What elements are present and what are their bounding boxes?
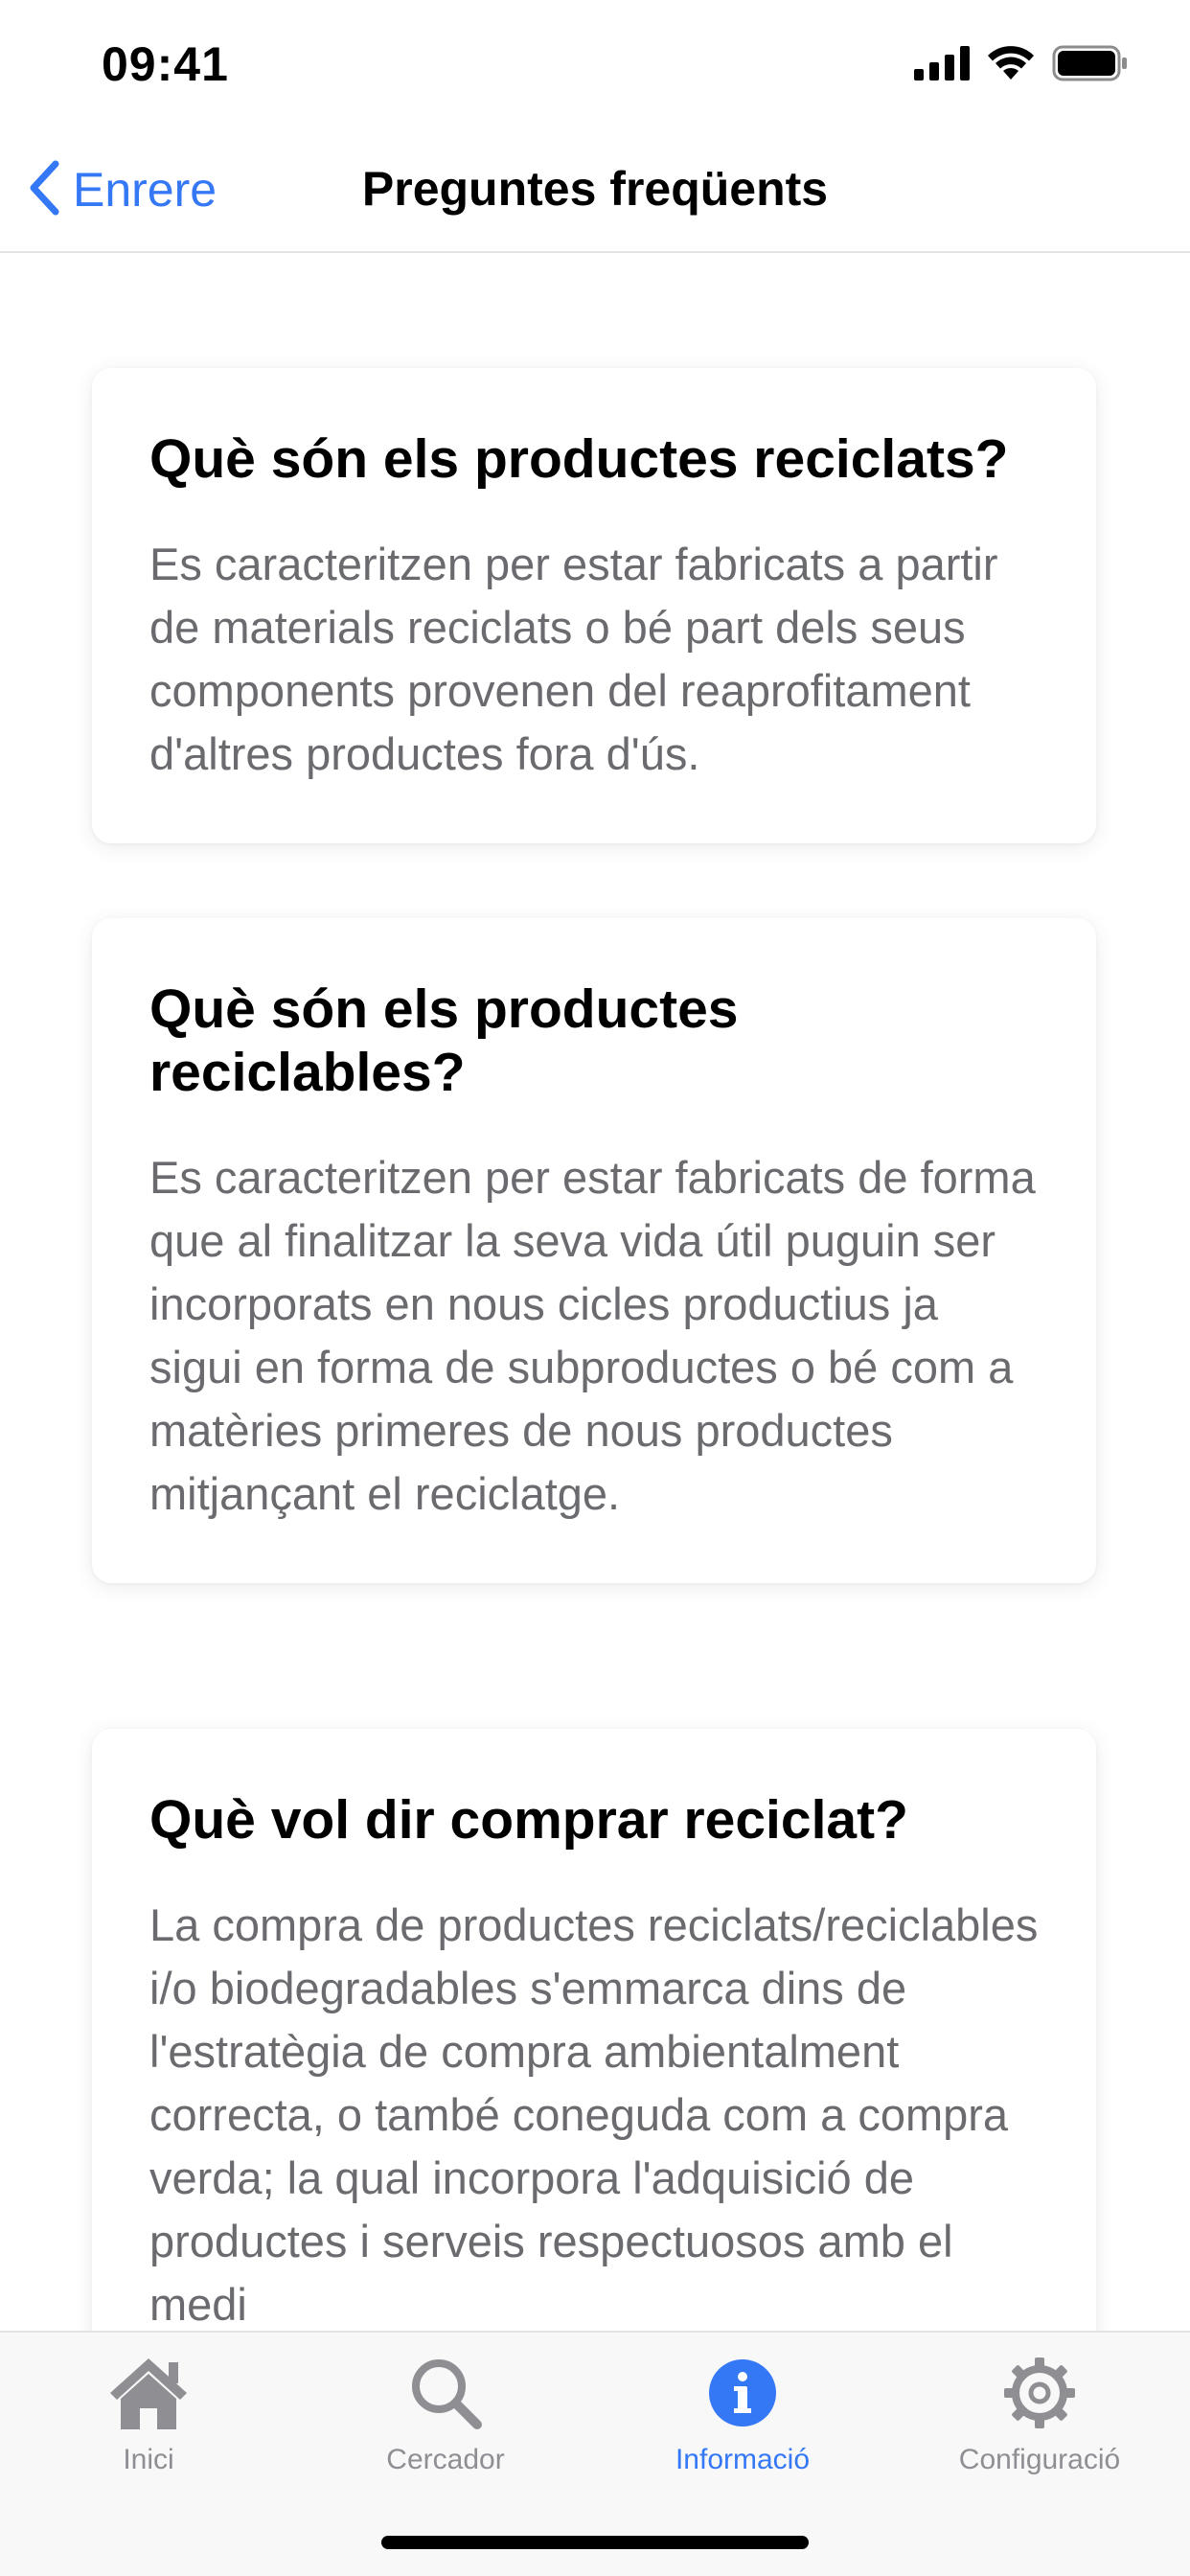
tab-info[interactable]: Informació bbox=[594, 2333, 891, 2486]
cellular-signal-icon bbox=[914, 45, 970, 85]
faq-list[interactable]: Què són els productes reciclats? Es cara… bbox=[0, 255, 1190, 2331]
battery-icon bbox=[1052, 45, 1129, 86]
gear-icon bbox=[1002, 2352, 1077, 2434]
search-icon bbox=[407, 2352, 484, 2434]
tab-search[interactable]: Cercador bbox=[297, 2333, 594, 2486]
faq-question: Què són els productes reciclables? bbox=[149, 978, 739, 1103]
faq-question: Què vol dir comprar reciclat? bbox=[149, 1789, 908, 1851]
faq-card: Què són els productes reciclables? Es ca… bbox=[92, 918, 1096, 1583]
faq-answer: Es caracteritzen per estar fabricats de … bbox=[149, 1152, 1036, 1519]
tab-home-label: Inici bbox=[123, 2444, 174, 2475]
faq-card: Què vol dir comprar reciclat? La compra … bbox=[92, 1729, 1096, 2331]
status-bar: 09:41 bbox=[0, 0, 1190, 126]
home-indicator[interactable] bbox=[381, 2536, 809, 2549]
tab-info-label: Informació bbox=[675, 2444, 811, 2475]
faq-screen: 09:41 Enrere Preguntes freqüents Què són… bbox=[0, 0, 1190, 2576]
home-icon bbox=[107, 2352, 190, 2434]
tab-home[interactable]: Inici bbox=[0, 2333, 297, 2486]
tab-search-label: Cercador bbox=[386, 2444, 505, 2475]
status-time: 09:41 bbox=[102, 37, 229, 91]
page-title: Preguntes freqüents bbox=[361, 162, 829, 216]
tab-bar: Inici Cercador Informació Configuració bbox=[0, 2331, 1190, 2576]
faq-answer: Es caracteritzen per estar fabricats a p… bbox=[149, 539, 998, 779]
faq-card: Què són els productes reciclats? Es cara… bbox=[92, 368, 1096, 843]
wifi-icon bbox=[987, 45, 1035, 86]
faq-question: Què són els productes reciclats? bbox=[149, 428, 1009, 490]
tab-settings[interactable]: Configuració bbox=[891, 2333, 1188, 2486]
faq-answer: La compra de productes reciclats/recicla… bbox=[149, 1899, 1039, 2330]
tab-settings-label: Configuració bbox=[958, 2444, 1121, 2475]
status-icons bbox=[914, 44, 1129, 86]
info-icon bbox=[707, 2352, 778, 2434]
navigation-bar: Enrere Preguntes freqüents bbox=[0, 126, 1190, 253]
